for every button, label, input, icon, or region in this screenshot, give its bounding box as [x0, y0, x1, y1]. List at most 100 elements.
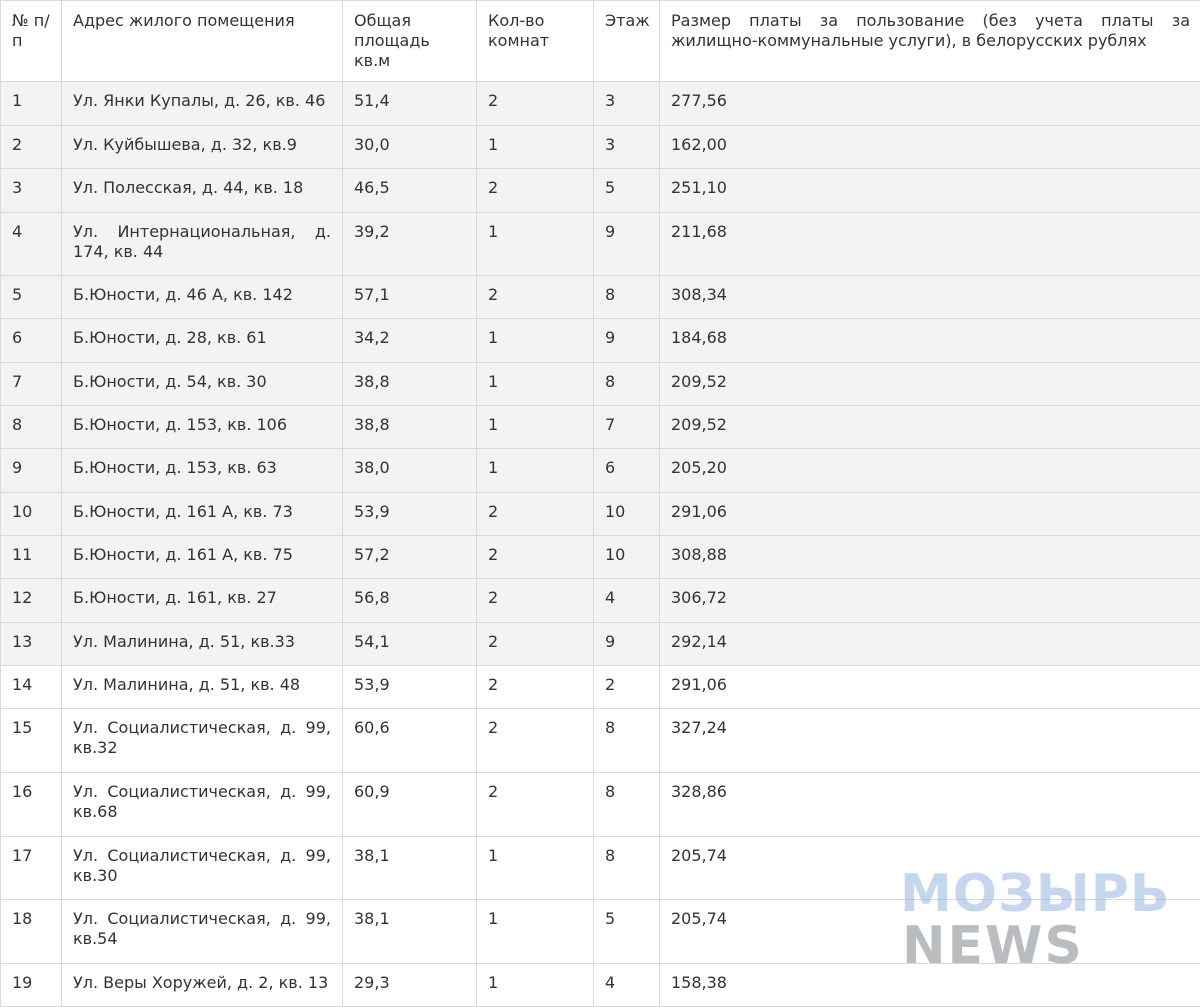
cell-fee: 205,20 — [660, 449, 1200, 493]
cell-floor: 8 — [594, 363, 660, 406]
cell-address: Б.Юности, д. 54, кв. 30 — [62, 363, 343, 406]
cell-fee: 292,14 — [660, 623, 1200, 666]
cell-rooms: 2 — [477, 773, 594, 837]
cell-num: 6 — [1, 319, 62, 363]
cell-rooms: 2 — [477, 579, 594, 623]
header-area: Общая площадь кв.м — [343, 1, 477, 82]
cell-num: 15 — [1, 709, 62, 773]
cell-address: Б.Юности, д. 161, кв. 27 — [62, 579, 343, 623]
cell-floor: 5 — [594, 169, 660, 213]
cell-address: Ул. Социалистическая, д. 99, кв.54 — [62, 900, 343, 964]
cell-fee: 327,24 — [660, 709, 1200, 773]
cell-floor: 8 — [594, 773, 660, 837]
cell-area: 53,9 — [343, 493, 477, 536]
table-row: 15Ул. Социалистическая, д. 99, кв.3260,6… — [1, 709, 1200, 773]
cell-rooms: 2 — [477, 623, 594, 666]
cell-area: 39,2 — [343, 213, 477, 276]
cell-area: 60,6 — [343, 709, 477, 773]
cell-rooms: 1 — [477, 406, 594, 449]
cell-area: 57,1 — [343, 276, 477, 319]
cell-num: 18 — [1, 900, 62, 964]
cell-num: 13 — [1, 623, 62, 666]
cell-address: Ул. Полесская, д. 44, кв. 18 — [62, 169, 343, 213]
header-num: № п/п — [1, 1, 62, 82]
cell-fee: 162,00 — [660, 126, 1200, 169]
cell-address: Ул. Малинина, д. 51, кв.33 — [62, 623, 343, 666]
table-row: 14Ул. Малинина, д. 51, кв. 4853,922291,0… — [1, 666, 1200, 709]
cell-num: 3 — [1, 169, 62, 213]
cell-num: 7 — [1, 363, 62, 406]
cell-area: 51,4 — [343, 82, 477, 126]
cell-fee: 211,68 — [660, 213, 1200, 276]
table-row: 17Ул. Социалистическая, д. 99, кв.3038,1… — [1, 837, 1200, 900]
cell-fee: 308,88 — [660, 536, 1200, 579]
cell-fee: 277,56 — [660, 82, 1200, 126]
table-row: 3Ул. Полесская, д. 44, кв. 1846,525251,1… — [1, 169, 1200, 213]
cell-num: 19 — [1, 964, 62, 1007]
table-row: 1Ул. Янки Купалы, д. 26, кв. 4651,423277… — [1, 82, 1200, 126]
cell-address: Ул. Интернациональная, д. 174, кв. 44 — [62, 213, 343, 276]
table-row: 2Ул. Куйбышева, д. 32, кв.930,013162,00 — [1, 126, 1200, 169]
cell-address: Ул. Веры Хоружей, д. 2, кв. 13 — [62, 964, 343, 1007]
cell-floor: 3 — [594, 126, 660, 169]
cell-area: 38,1 — [343, 837, 477, 900]
header-rooms: Кол-во комнат — [477, 1, 594, 82]
cell-rooms: 1 — [477, 213, 594, 276]
cell-area: 38,8 — [343, 406, 477, 449]
cell-floor: 4 — [594, 964, 660, 1007]
cell-num: 12 — [1, 579, 62, 623]
cell-num: 17 — [1, 837, 62, 900]
cell-area: 38,1 — [343, 900, 477, 964]
cell-fee: 209,52 — [660, 406, 1200, 449]
cell-address: Б.Юности, д. 161 А, кв. 73 — [62, 493, 343, 536]
cell-num: 11 — [1, 536, 62, 579]
cell-area: 57,2 — [343, 536, 477, 579]
cell-address: Ул. Социалистическая, д. 99, кв.30 — [62, 837, 343, 900]
cell-floor: 9 — [594, 319, 660, 363]
table-row: 9Б.Юности, д. 153, кв. 6338,016205,20 — [1, 449, 1200, 493]
cell-rooms: 1 — [477, 319, 594, 363]
cell-num: 16 — [1, 773, 62, 837]
cell-rooms: 2 — [477, 276, 594, 319]
cell-address: Ул. Янки Купалы, д. 26, кв. 46 — [62, 82, 343, 126]
cell-address: Б.Юности, д. 153, кв. 106 — [62, 406, 343, 449]
cell-address: Ул. Социалистическая, д. 99, кв.32 — [62, 709, 343, 773]
table-row: 8Б.Юности, д. 153, кв. 10638,817209,52 — [1, 406, 1200, 449]
cell-fee: 291,06 — [660, 493, 1200, 536]
cell-floor: 10 — [594, 493, 660, 536]
cell-num: 1 — [1, 82, 62, 126]
cell-floor: 5 — [594, 900, 660, 964]
cell-rooms: 2 — [477, 709, 594, 773]
table-row: 16Ул. Социалистическая, д. 99, кв.6860,9… — [1, 773, 1200, 837]
cell-area: 46,5 — [343, 169, 477, 213]
header-address: Адрес жилого помещения — [62, 1, 343, 82]
cell-num: 9 — [1, 449, 62, 493]
cell-fee: 308,34 — [660, 276, 1200, 319]
table-row: 5Б.Юности, д. 46 А, кв. 14257,128308,34 — [1, 276, 1200, 319]
cell-area: 56,8 — [343, 579, 477, 623]
cell-area: 53,9 — [343, 666, 477, 709]
cell-num: 8 — [1, 406, 62, 449]
cell-num: 10 — [1, 493, 62, 536]
table-row: 4Ул. Интернациональная, д. 174, кв. 4439… — [1, 213, 1200, 276]
table-row: 18Ул. Социалистическая, д. 99, кв.5438,1… — [1, 900, 1200, 964]
cell-floor: 10 — [594, 536, 660, 579]
cell-address: Ул. Малинина, д. 51, кв. 48 — [62, 666, 343, 709]
cell-rooms: 2 — [477, 169, 594, 213]
table-row: 12Б.Юности, д. 161, кв. 2756,824306,72 — [1, 579, 1200, 623]
cell-num: 5 — [1, 276, 62, 319]
cell-fee: 291,06 — [660, 666, 1200, 709]
table-body: 1Ул. Янки Купалы, д. 26, кв. 4651,423277… — [1, 82, 1200, 1007]
cell-rooms: 2 — [477, 493, 594, 536]
cell-floor: 4 — [594, 579, 660, 623]
cell-floor: 3 — [594, 82, 660, 126]
cell-fee: 205,74 — [660, 900, 1200, 964]
table-row: 11Б.Юности, д. 161 А, кв. 7557,2210308,8… — [1, 536, 1200, 579]
cell-area: 34,2 — [343, 319, 477, 363]
table-row: 7Б.Юности, д. 54, кв. 3038,818209,52 — [1, 363, 1200, 406]
cell-fee: 158,38 — [660, 964, 1200, 1007]
table-header-row: № п/п Адрес жилого помещения Общая площа… — [1, 1, 1200, 82]
header-fee: Размер платы за пользование (без учета п… — [660, 1, 1200, 82]
cell-address: Ул. Куйбышева, д. 32, кв.9 — [62, 126, 343, 169]
header-floor: Этаж — [594, 1, 660, 82]
